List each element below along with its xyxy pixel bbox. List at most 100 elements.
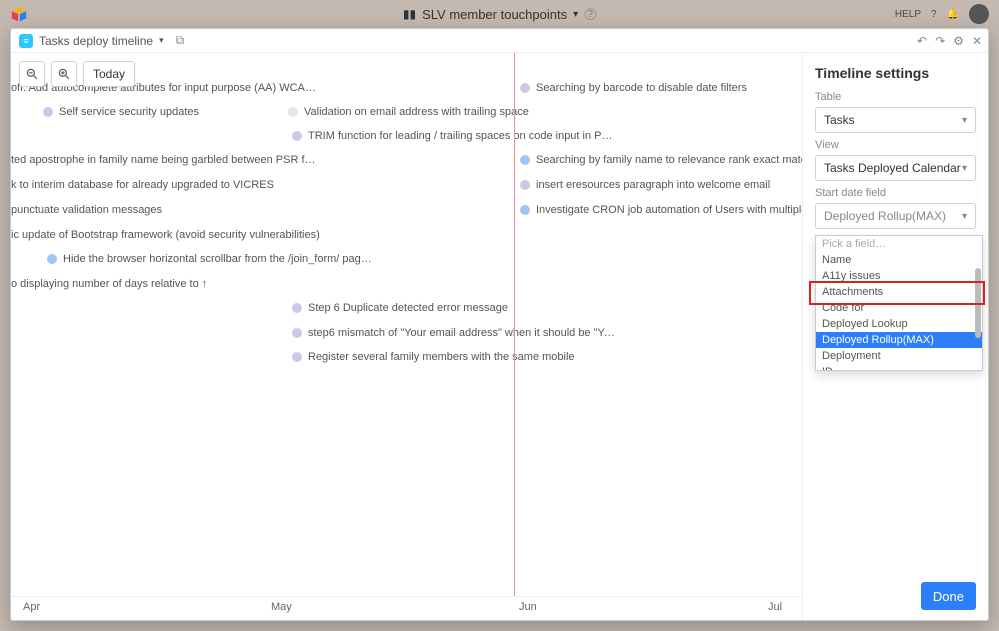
table-select[interactable]: Tasks ▾	[815, 107, 976, 133]
start-field-label: Start date field	[815, 187, 976, 199]
timeline-canvas[interactable]: Today off. Add autocomplete attributes f…	[11, 53, 802, 620]
record-dot-icon	[520, 205, 530, 215]
block-header-controls: ↶ ↷ ⚙ ✕	[917, 34, 982, 48]
start-date-dropdown[interactable]: Pick a field… NameA11y issuesAttachments…	[815, 235, 983, 371]
record-dot-icon	[292, 131, 302, 141]
dropdown-scrollbar[interactable]	[975, 238, 981, 368]
axis-tick: May	[271, 601, 292, 613]
record-text: Self service security updates	[59, 106, 199, 118]
axis-tick: Apr	[23, 601, 40, 613]
chevron-down-icon: ▾	[962, 115, 967, 126]
start-date-select-value: Deployed Rollup(MAX)	[824, 209, 946, 223]
view-field-label: View	[815, 139, 976, 151]
table-select-value: Tasks	[824, 113, 855, 127]
timeline-record[interactable]: Hide the browser horizontal scrollbar fr…	[47, 253, 373, 265]
timeline-record[interactable]: Register several family members with the…	[292, 351, 575, 363]
start-date-select[interactable]: Deployed Rollup(MAX) ▾	[815, 203, 976, 229]
timeline-record[interactable]: Validation on email address with trailin…	[288, 106, 529, 118]
record-dot-icon	[292, 328, 302, 338]
help-icon[interactable]: ?	[931, 9, 937, 20]
record-text: Register several family members with the…	[308, 351, 575, 363]
record-text: k to interim database for already upgrad…	[11, 179, 274, 191]
chevron-down-icon: ▾	[962, 163, 967, 174]
now-line	[514, 53, 515, 596]
base-name-text: SLV member touchpoints	[422, 7, 567, 22]
timeline-record[interactable]: step6 mismatch of "Your email address" w…	[292, 327, 618, 339]
dropdown-option[interactable]: Deployed Rollup(MAX)	[816, 332, 982, 348]
done-button[interactable]: Done	[921, 582, 976, 610]
topbar-right: HELP ? 🔔	[895, 4, 989, 24]
timeline-record[interactable]: Investigate CRON job automation of Users…	[520, 204, 802, 216]
record-dot-icon	[288, 107, 298, 117]
timeline-record[interactable]: Step 6 Duplicate detected error message	[292, 302, 508, 314]
block-body: Today off. Add autocomplete attributes f…	[11, 53, 988, 620]
record-text: TRIM function for leading / trailing spa…	[308, 130, 618, 142]
today-button[interactable]: Today	[83, 61, 135, 87]
record-text: Step 6 Duplicate detected error message	[308, 302, 508, 314]
dropdown-option[interactable]: Deployment	[816, 348, 982, 364]
record-text: Validation on email address with trailin…	[304, 106, 529, 118]
timeline-record[interactable]: punctuate validation messages	[11, 204, 162, 216]
dropdown-option[interactable]: Name	[816, 252, 982, 268]
timeline-record[interactable]: insert eresources paragraph into welcome…	[520, 179, 770, 191]
record-text: Investigate CRON job automation of Users…	[536, 204, 802, 216]
timeline-record[interactable]: Searching by family name to relevance ra…	[520, 154, 802, 166]
block-dialog: ≡ Tasks deploy timeline ▾ ⧉ ↶ ↷ ⚙ ✕ Toda…	[10, 28, 989, 621]
record-dot-icon	[47, 254, 57, 264]
timeline-block-icon: ≡	[19, 34, 33, 48]
avatar[interactable]	[969, 4, 989, 24]
timeline-record[interactable]: ic update of Bootstrap framework (avoid …	[11, 229, 320, 241]
dropdown-option[interactable]: Code for	[816, 300, 982, 316]
chevron-down-icon[interactable]: ▾	[159, 35, 164, 46]
view-select-value: Tasks Deployed Calendar	[824, 161, 961, 175]
block-header: ≡ Tasks deploy timeline ▾ ⧉ ↶ ↷ ⚙ ✕	[11, 29, 988, 53]
record-text: ted apostrophe in family name being garb…	[11, 154, 321, 166]
dropdown-option[interactable]: Attachments	[816, 284, 982, 300]
bell-icon[interactable]: 🔔	[947, 9, 959, 20]
timeline-record[interactable]: o displaying number of days relative to …	[11, 278, 207, 290]
record-text: insert eresources paragraph into welcome…	[536, 179, 770, 191]
record-text: Hide the browser horizontal scrollbar fr…	[63, 253, 373, 265]
time-axis: Apr May Jun Jul	[11, 596, 802, 620]
base-icon: ▮▮	[403, 7, 416, 21]
timeline-record[interactable]: ted apostrophe in family name being garb…	[11, 154, 321, 166]
record-text: punctuate validation messages	[11, 204, 162, 216]
timeline-record[interactable]: k to interim database for already upgrad…	[11, 179, 274, 191]
undo-icon[interactable]: ↶	[917, 34, 927, 48]
help-link[interactable]: HELP	[895, 9, 921, 20]
view-name[interactable]: Tasks deploy timeline	[39, 34, 153, 48]
timeline-record[interactable]: Self service security updates	[43, 106, 199, 118]
app-topbar: ▮▮ SLV member touchpoints ▾ ? HELP ? 🔔	[0, 0, 999, 28]
chevron-down-icon: ▾	[573, 9, 578, 20]
zoom-in-button[interactable]	[51, 61, 77, 87]
axis-tick: Jul	[768, 601, 782, 613]
timeline-record[interactable]: Searching by barcode to disable date fil…	[520, 82, 747, 94]
settings-title: Timeline settings	[815, 65, 976, 81]
help-badge-icon[interactable]: ?	[584, 8, 596, 20]
record-text: ic update of Bootstrap framework (avoid …	[11, 229, 320, 241]
dropdown-option[interactable]: Deployed Lookup	[816, 316, 982, 332]
scrollbar-thumb[interactable]	[975, 268, 981, 338]
settings-sidebar: Timeline settings Table Tasks ▾ View Tas…	[802, 53, 988, 620]
dropdown-pick-hint: Pick a field…	[816, 236, 982, 252]
close-icon[interactable]: ✕	[972, 34, 982, 48]
external-link-icon[interactable]: ⧉	[176, 33, 185, 48]
redo-icon[interactable]: ↷	[935, 34, 945, 48]
axis-tick: Jun	[519, 601, 537, 613]
record-dot-icon	[520, 83, 530, 93]
dropdown-option[interactable]: A11y issues	[816, 268, 982, 284]
record-dot-icon	[520, 180, 530, 190]
dropdown-option[interactable]: ID	[816, 364, 982, 371]
record-dot-icon	[292, 303, 302, 313]
record-dot-icon	[292, 352, 302, 362]
timeline-tools: Today	[19, 61, 135, 87]
view-select[interactable]: Tasks Deployed Calendar ▾	[815, 155, 976, 181]
timeline-records: off. Add autocomplete attributes for inp…	[11, 53, 802, 596]
table-field-label: Table	[815, 91, 976, 103]
timeline-record[interactable]: TRIM function for leading / trailing spa…	[292, 130, 618, 142]
zoom-out-button[interactable]	[19, 61, 45, 87]
base-title[interactable]: ▮▮ SLV member touchpoints ▾ ?	[403, 7, 596, 22]
record-dot-icon	[520, 155, 530, 165]
gear-icon[interactable]: ⚙	[953, 34, 964, 48]
record-text: o displaying number of days relative to …	[11, 278, 207, 290]
